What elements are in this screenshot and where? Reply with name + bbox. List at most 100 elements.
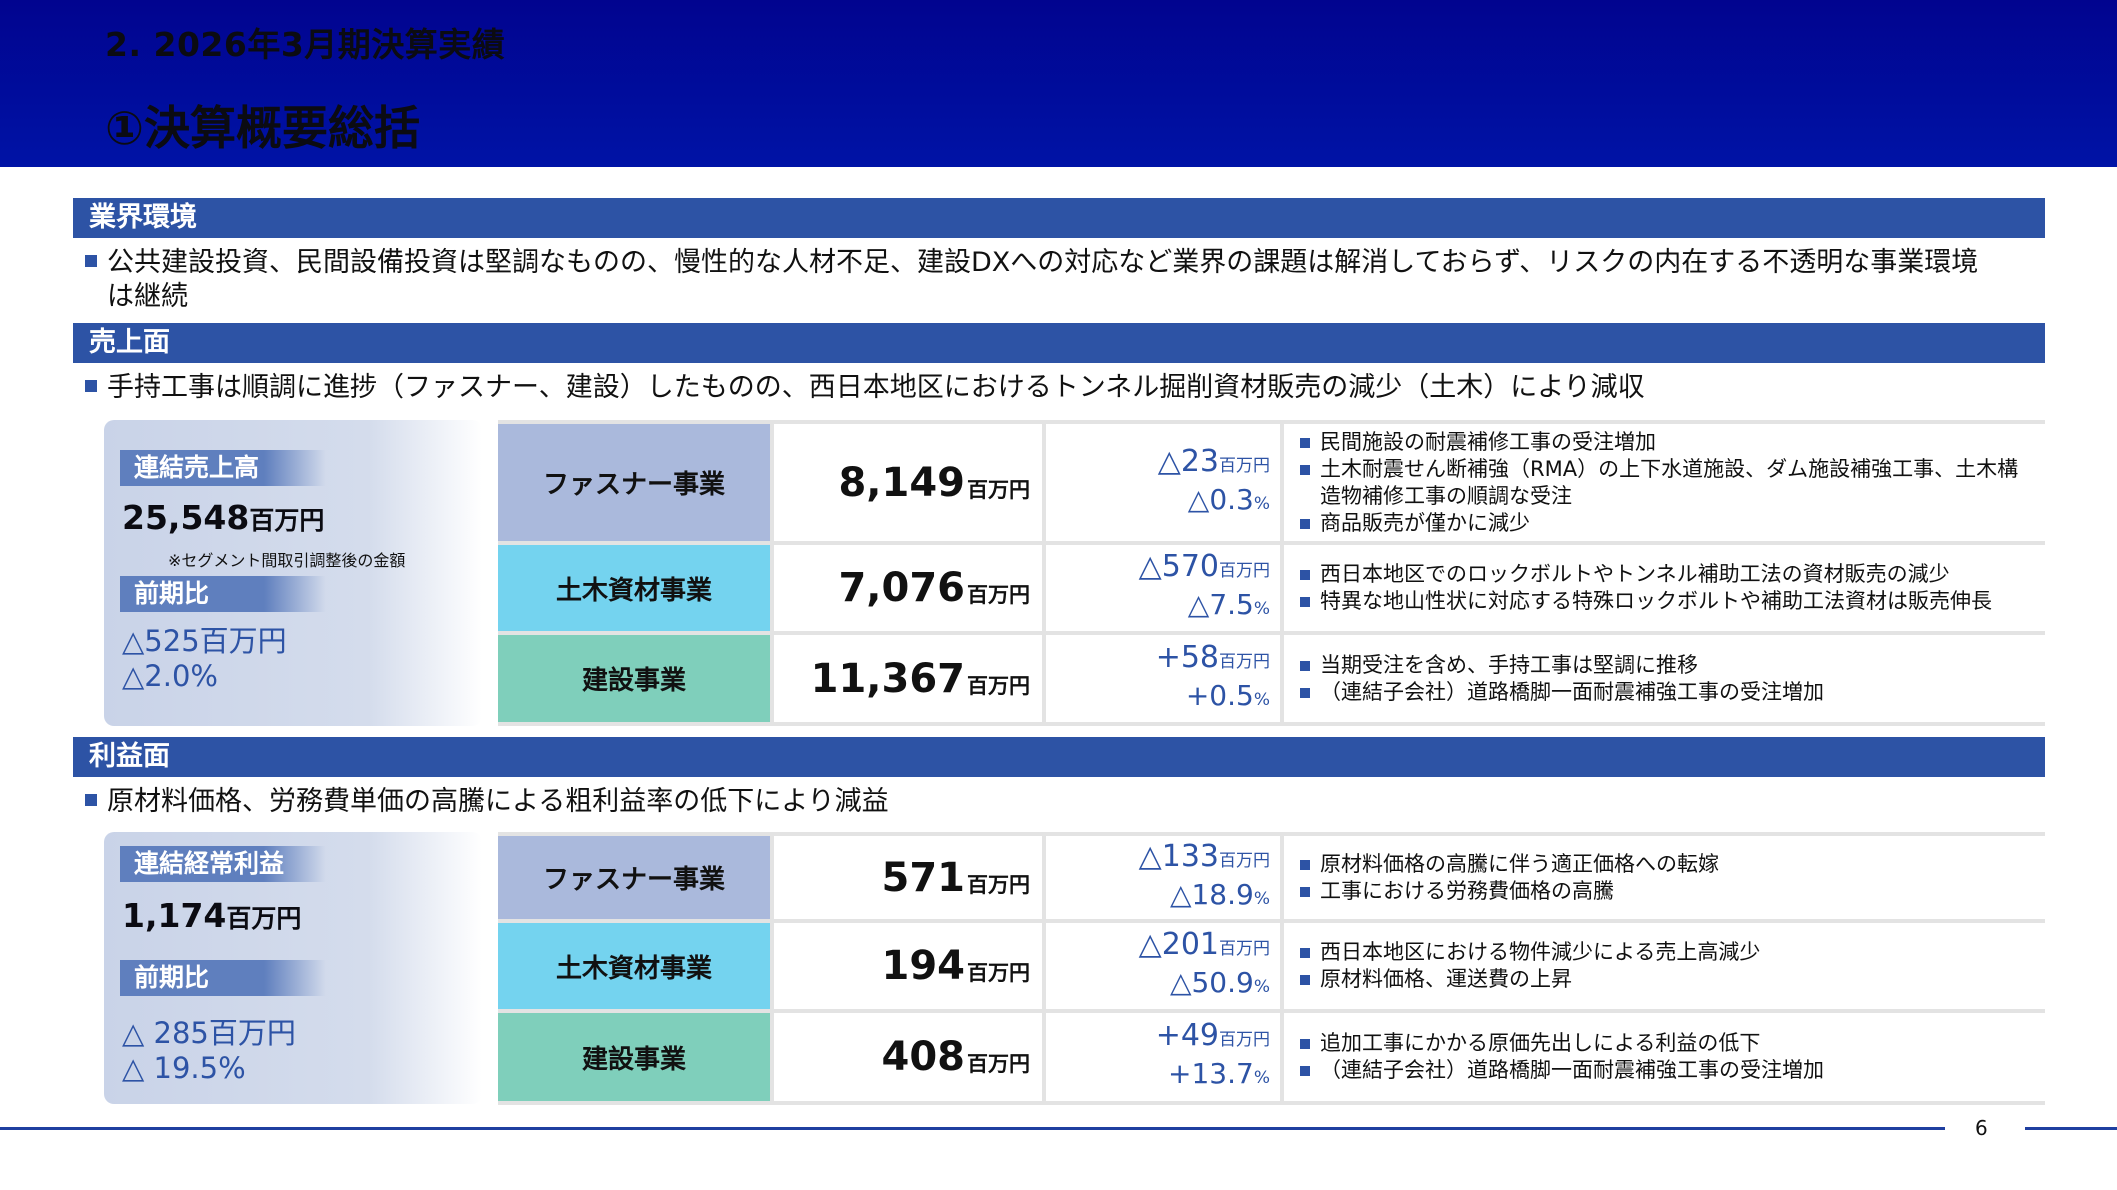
sales-summary-text: 手持工事は順調に進捗（ファスナー、建設）したものの、西日本地区におけるトンネル掘… xyxy=(107,372,1645,403)
change-amount: +58 xyxy=(1155,639,1219,675)
sales-summary: 手持工事は順調に進捗（ファスナー、建設）したものの、西日本地区におけるトンネル掘… xyxy=(85,371,1645,405)
change-amount: △133 xyxy=(1138,838,1219,874)
sales-yoy-label: 前期比 xyxy=(120,576,326,612)
pct-unit: % xyxy=(1253,493,1270,514)
value-unit: 百万円 xyxy=(967,477,1030,502)
segment-change: △201百万円 △50.9% xyxy=(1046,923,1284,1009)
note-item: 商品販売が僅かに減少 xyxy=(1298,510,2038,537)
value-number: 11,367 xyxy=(810,655,965,702)
value-number: 571 xyxy=(881,854,966,901)
footer-divider-right xyxy=(2025,1127,2117,1130)
change-unit: 百万円 xyxy=(1219,561,1270,581)
sales-total: 25,548百万円 xyxy=(122,498,324,537)
pct-unit: % xyxy=(1253,1068,1270,1088)
change-pct: +0.5 xyxy=(1185,678,1254,712)
sales-section-bar: 売上面 xyxy=(73,323,2045,363)
segment-label: ファスナー事業 xyxy=(498,836,770,919)
profit-yoy-pct: △ 19.5% xyxy=(122,1051,246,1085)
sales-panel-note: ※セグメント間取引調整後の金額 xyxy=(168,551,406,570)
change-unit: 百万円 xyxy=(1219,850,1270,871)
sales-yoy-amount: △525百万円 xyxy=(122,624,287,658)
note-item: （連結子会社）道路橋脚一面耐震補強工事の受注増加 xyxy=(1298,679,2038,706)
sales-row-fastener: ファスナー事業 8,149 百万円 △23百万円 △0.3% 民間施設の耐震補修工… xyxy=(498,420,2045,545)
profit-row-civil: 土木資材事業 194 百万円 △201百万円 △50.9% 西日本地区における物件… xyxy=(498,923,2045,1013)
segment-value: 408 百万円 xyxy=(770,1013,1046,1101)
segment-label: 土木資材事業 xyxy=(498,545,770,631)
chapter-title: 2. 2026年3月期決算実績 xyxy=(105,25,506,64)
pct-unit: % xyxy=(1253,977,1270,997)
note-item: 原材料価格、運送費の上昇 xyxy=(1298,966,2038,993)
segment-label: 土木資材事業 xyxy=(498,923,770,1009)
value-unit: 百万円 xyxy=(967,1052,1030,1076)
page-number: 6 xyxy=(1975,1116,1988,1140)
change-unit: 百万円 xyxy=(1219,939,1270,959)
profit-total-value: 1,174 xyxy=(122,896,227,935)
profit-section-bar: 利益面 xyxy=(73,737,2045,777)
sales-row-construction: 建設事業 11,367 百万円 +58百万円 +0.5% 当期受注を含め、手持工事… xyxy=(498,635,2045,726)
value-number: 7,076 xyxy=(838,565,965,611)
slide-title: ①決算概要総括 xyxy=(105,101,420,155)
change-unit: 百万円 xyxy=(1219,651,1270,672)
value-number: 408 xyxy=(881,1034,966,1080)
sales-yoy-pct: △2.0% xyxy=(122,659,218,693)
value-unit: 百万円 xyxy=(967,583,1030,607)
change-amount: △570 xyxy=(1138,549,1219,584)
sales-panel-label: 連結売上高 xyxy=(120,450,326,486)
change-amount: +49 xyxy=(1155,1018,1219,1053)
segment-notes: 民間施設の耐震補修工事の受注増加 土木耐震せん断補強（RMA）の上下水道施設、ダ… xyxy=(1298,424,2038,541)
profit-summary-text: 原材料価格、労務費単価の高騰による粗利益率の低下により減益 xyxy=(107,786,889,817)
note-item: 工事における労務費価格の高騰 xyxy=(1298,878,2038,905)
segment-value: 194 百万円 xyxy=(770,923,1046,1009)
bullet-square-icon xyxy=(85,380,97,392)
segment-notes: 西日本地区における物件減少による売上高減少 原材料価格、運送費の上昇 xyxy=(1298,923,2038,1009)
segment-notes: 西日本地区でのロックボルトやトンネル補助工法の資材販売の減少 特異な地山性状に対… xyxy=(1298,545,2038,631)
value-number: 8,149 xyxy=(838,459,965,506)
profit-total: 1,174百万円 xyxy=(122,896,301,935)
note-item: 当期受注を含め、手持工事は堅調に推移 xyxy=(1298,652,2038,679)
segment-change: +49百万円 +13.7% xyxy=(1046,1013,1284,1101)
change-pct: +13.7 xyxy=(1168,1057,1254,1090)
profit-summary: 原材料価格、労務費単価の高騰による粗利益率の低下により減益 xyxy=(85,785,889,819)
note-item: 西日本地区における物件減少による売上高減少 xyxy=(1298,939,2038,966)
change-pct: △18.9 xyxy=(1169,877,1254,911)
profit-total-unit: 百万円 xyxy=(226,904,302,933)
segment-notes: 当期受注を含め、手持工事は堅調に推移 （連結子会社）道路橋脚一面耐震補強工事の受… xyxy=(1298,635,2038,722)
value-number: 194 xyxy=(881,943,966,989)
segment-label: 建設事業 xyxy=(498,1013,770,1101)
profit-yoy-amount: △ 285百万円 xyxy=(122,1016,296,1050)
segment-change: △133百万円 △18.9% xyxy=(1046,836,1284,919)
segment-notes: 原材料価格の高騰に伴う適正価格への転嫁 工事における労務費価格の高騰 xyxy=(1298,836,2038,919)
industry-text-line1: 公共建設投資、民間設備投資は堅調なものの、慢性的な人材不足、建設DXへの対応など… xyxy=(107,247,1979,278)
profit-summary-panel: 連結経常利益 1,174百万円 前期比 △ 285百万円 △ 19.5% xyxy=(104,832,482,1104)
segment-label: ファスナー事業 xyxy=(498,424,770,541)
industry-bullet: 公共建設投資、民間設備投資は堅調なものの、慢性的な人材不足、建設DXへの対応など… xyxy=(85,246,1978,280)
industry-text-line2: は継続 xyxy=(107,281,188,312)
note-item: 民間施設の耐震補修工事の受注増加 xyxy=(1298,429,2038,456)
change-pct: △0.3 xyxy=(1187,482,1254,516)
segment-value: 8,149 百万円 xyxy=(770,424,1046,541)
sales-total-value: 25,548 xyxy=(122,498,250,537)
bullet-square-icon xyxy=(85,794,97,806)
change-pct: △50.9 xyxy=(1169,966,1254,999)
segment-value: 7,076 百万円 xyxy=(770,545,1046,631)
segment-change: △570百万円 △7.5% xyxy=(1046,545,1284,631)
change-pct: △7.5 xyxy=(1187,588,1254,621)
change-unit: 百万円 xyxy=(1219,1030,1270,1050)
segment-change: △23百万円 △0.3% xyxy=(1046,424,1284,541)
value-unit: 百万円 xyxy=(967,872,1030,897)
profit-panel-label: 連結経常利益 xyxy=(120,846,326,882)
pct-unit: % xyxy=(1253,888,1270,909)
profit-row-construction: 建設事業 408 百万円 +49百万円 +13.7% 追加工事にかかる原価先出しに… xyxy=(498,1013,2045,1105)
segment-label: 建設事業 xyxy=(498,635,770,722)
pct-unit: % xyxy=(1253,599,1270,619)
segment-value: 571 百万円 xyxy=(770,836,1046,919)
change-amount: △201 xyxy=(1138,927,1219,962)
note-item: 追加工事にかかる原価先出しによる利益の低下 xyxy=(1298,1030,2038,1057)
note-item: 特異な地山性状に対応する特殊ロックボルトや補助工法資材は販売伸長 xyxy=(1298,588,2038,615)
sales-row-civil: 土木資材事業 7,076 百万円 △570百万円 △7.5% 西日本地区でのロック… xyxy=(498,545,2045,635)
industry-section-bar: 業界環境 xyxy=(73,198,2045,238)
profit-row-fastener: ファスナー事業 571 百万円 △133百万円 △18.9% 原材料価格の高騰に伴… xyxy=(498,832,2045,923)
note-item: 土木耐震せん断補強（RMA）の上下水道施設、ダム施設補強工事、土木構造物補修工事… xyxy=(1298,456,2038,510)
bullet-square-icon xyxy=(85,255,97,267)
segment-notes: 追加工事にかかる原価先出しによる利益の低下 （連結子会社）道路橋脚一面耐震補強工… xyxy=(1298,1013,2038,1101)
